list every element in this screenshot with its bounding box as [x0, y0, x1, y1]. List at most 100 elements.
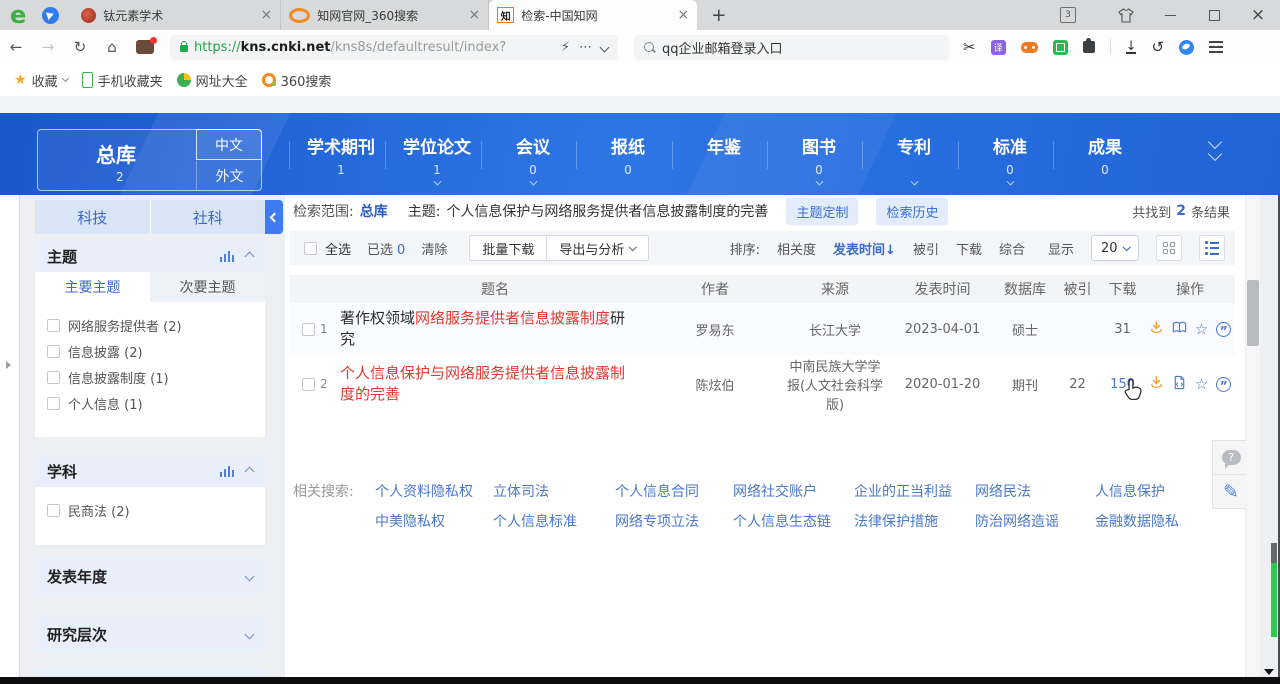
sort-option[interactable]: 发表时间↓: [833, 239, 896, 258]
nav-item-2[interactable]: 学位论文1: [389, 133, 485, 185]
menu-icon[interactable]: [1209, 41, 1223, 53]
new-tab-button[interactable]: +: [711, 5, 726, 26]
result-title-link[interactable]: 著作权领域网络服务提供者信息披露制度研究: [340, 308, 650, 350]
scope-value[interactable]: 总库: [360, 201, 388, 221]
html-read-icon[interactable]: [1172, 375, 1187, 394]
notebook-icon[interactable]: [1053, 40, 1068, 55]
column-header[interactable]: 题名: [340, 279, 650, 299]
refresh-button[interactable]: ↻: [64, 38, 96, 56]
downloads-icon[interactable]: ↓: [1126, 41, 1137, 54]
undo-icon[interactable]: ↺: [1151, 38, 1164, 56]
back-button[interactable]: ←: [0, 38, 32, 56]
scrollbar-track[interactable]: [1246, 195, 1260, 678]
extensions-puzzle-icon[interactable]: [1083, 41, 1095, 53]
sidebar-section-year[interactable]: 发表年度: [35, 558, 265, 594]
sort-option[interactable]: 被引: [913, 239, 939, 258]
browser-logo-icon[interactable]: e: [10, 1, 26, 29]
subject-card-header[interactable]: 学科: [35, 455, 265, 487]
nav-item-3[interactable]: 会议0: [485, 133, 581, 185]
minimize-button[interactable]: [1148, 0, 1192, 30]
column-header[interactable]: 作者: [650, 279, 780, 299]
more-icon[interactable]: ⋯: [579, 40, 592, 55]
batch-download-button[interactable]: 批量下载: [469, 235, 547, 261]
navigator-icon[interactable]: [42, 7, 59, 24]
lang-tab-foreign[interactable]: 外文: [196, 161, 262, 191]
tab-secondary-theme[interactable]: 次要主题: [150, 272, 265, 302]
related-search-link[interactable]: 立体司法: [493, 481, 549, 501]
forward-button[interactable]: →: [32, 38, 64, 56]
column-header[interactable]: 数据库: [995, 279, 1055, 299]
related-search-link[interactable]: 法律保护措施: [854, 511, 938, 531]
favorite-star-icon[interactable]: ☆: [1195, 322, 1208, 337]
row-checkbox[interactable]: [302, 378, 315, 391]
checkbox[interactable]: [47, 504, 60, 517]
row-checkbox[interactable]: [302, 323, 315, 336]
bookmark-sites[interactable]: 网址大全: [177, 71, 248, 90]
bookmark-mobile-folder[interactable]: 手机收藏夹: [82, 71, 163, 90]
theme-card-header[interactable]: 主题: [35, 240, 265, 272]
help-button[interactable]: ?: [1213, 441, 1249, 475]
export-analyze-button[interactable]: 导出与分析: [547, 235, 649, 261]
related-search-link[interactable]: 个人信息合同: [615, 481, 699, 501]
theme-customize-button[interactable]: 主题定制: [786, 198, 858, 225]
related-search-link[interactable]: 个人信息生态链: [733, 511, 831, 531]
author-cell[interactable]: 陈炫伯: [650, 375, 780, 394]
tab-primary-theme[interactable]: 主要主题: [35, 272, 150, 302]
sidebar-tab-keji[interactable]: 科技: [35, 200, 151, 234]
related-search-link[interactable]: 中美隐私权: [375, 511, 445, 531]
source-cell[interactable]: 中南民族大学学报(人文社会科学版): [780, 356, 890, 413]
nav-item-8[interactable]: 标准0: [962, 133, 1058, 185]
sidebar-section-level[interactable]: 研究层次: [35, 616, 265, 652]
lightning-icon[interactable]: ⚡: [561, 40, 570, 55]
chart-icon[interactable]: [220, 466, 235, 477]
column-header[interactable]: 被引: [1055, 279, 1100, 299]
bookmark-favorites[interactable]: ★ 收藏: [14, 71, 68, 90]
checkbox[interactable]: [47, 371, 60, 384]
nav-item-7[interactable]: 专利: [866, 133, 962, 185]
sidebar-collapse-button[interactable]: [265, 200, 283, 234]
related-search-link[interactable]: 个人信息标准: [493, 511, 577, 531]
list-view-button[interactable]: [1199, 235, 1225, 261]
search-history-button[interactable]: 检索历史: [876, 198, 948, 225]
select-all-label[interactable]: 全选: [325, 239, 351, 258]
subject-filter-item[interactable]: 民商法 (2): [47, 497, 253, 523]
home-button[interactable]: ⌂: [96, 38, 128, 56]
favorite-star-icon[interactable]: ☆: [1195, 377, 1208, 392]
download-op-icon[interactable]: [1149, 320, 1164, 339]
checkbox[interactable]: [47, 397, 60, 410]
sort-option[interactable]: 综合: [999, 239, 1025, 258]
related-search-link[interactable]: 防治网络造谣: [975, 511, 1059, 531]
related-search-link[interactable]: 网络专项立法: [615, 511, 699, 531]
theme-filter-item[interactable]: 个人信息 (1): [47, 390, 253, 416]
tab-close-icon[interactable]: ×: [469, 7, 481, 23]
feedback-button[interactable]: ✎: [1213, 475, 1249, 508]
screenshot-icon[interactable]: [136, 40, 154, 54]
result-title-link[interactable]: 个人信息保护与网络服务提供者信息披露制度的完善: [340, 363, 650, 405]
related-search-link[interactable]: 个人资料隐私权: [375, 481, 473, 501]
browser-tab-1[interactable]: 钛元素学术×: [73, 0, 281, 30]
lang-tab-chinese[interactable]: 中文: [196, 129, 262, 160]
cite-quote-icon[interactable]: ”: [1216, 322, 1231, 337]
related-search-link[interactable]: 金融数据隐私: [1095, 511, 1179, 531]
column-header[interactable]: 来源: [780, 279, 890, 299]
nav-item-6[interactable]: 图书0: [771, 133, 867, 185]
nav-expand-chevron-icon[interactable]: [1210, 137, 1220, 159]
collapse-up-icon[interactable]: [245, 251, 255, 261]
column-header[interactable]: 操作: [1145, 279, 1235, 299]
url-field[interactable]: https://kns.cnki.net/kns8s/defaultresult…: [170, 35, 618, 60]
nav-item-5[interactable]: 年鉴: [676, 133, 772, 177]
nav-item-4[interactable]: 报纸0: [580, 133, 676, 177]
search-input[interactable]: qq企业邮箱登录入口: [634, 35, 949, 60]
grid-view-button[interactable]: [1156, 235, 1182, 261]
tab-close-icon[interactable]: ×: [261, 7, 273, 23]
translate-icon[interactable]: 译: [991, 40, 1006, 55]
nav-zongku-tab[interactable]: 总库 2 中文 外文: [37, 129, 262, 191]
theme-filter-item[interactable]: 信息披露制度 (1): [47, 364, 253, 390]
sidebar-tab-sheke[interactable]: 社科: [151, 200, 266, 234]
bookmark-360-search[interactable]: 360搜索: [262, 71, 332, 90]
gamepad-icon[interactable]: [1021, 42, 1038, 53]
sort-option[interactable]: 相关度: [777, 239, 816, 258]
chart-icon[interactable]: [220, 251, 235, 262]
theme-filter-item[interactable]: 网络服务提供者 (2): [47, 312, 253, 338]
rail-expand-icon[interactable]: [6, 361, 11, 369]
